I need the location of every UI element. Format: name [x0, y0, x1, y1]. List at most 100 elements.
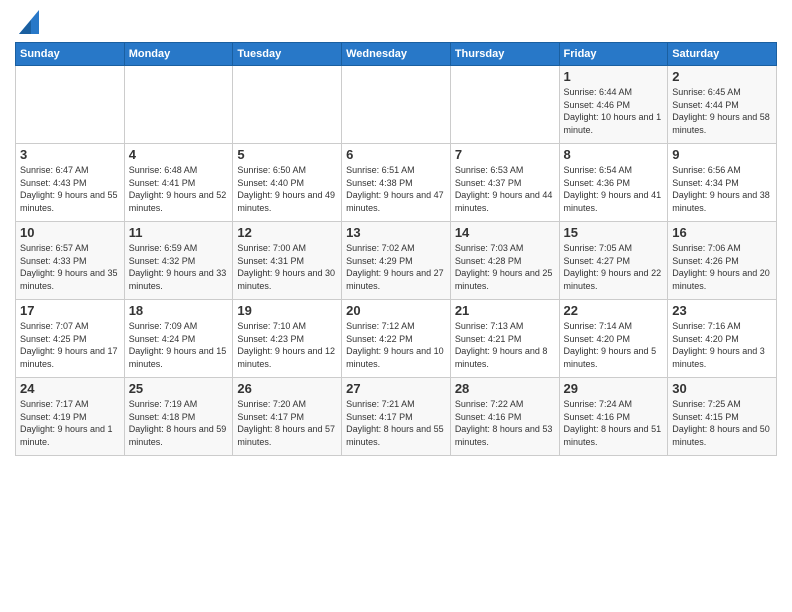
calendar-cell: 27Sunrise: 7:21 AM Sunset: 4:17 PM Dayli… [342, 378, 451, 456]
day-number: 4 [129, 147, 229, 162]
header-cell: Monday [124, 43, 233, 66]
day-info: Sunrise: 7:22 AM Sunset: 4:16 PM Dayligh… [455, 398, 555, 448]
day-info: Sunrise: 7:16 AM Sunset: 4:20 PM Dayligh… [672, 320, 772, 370]
day-info: Sunrise: 6:47 AM Sunset: 4:43 PM Dayligh… [20, 164, 120, 214]
day-info: Sunrise: 7:14 AM Sunset: 4:20 PM Dayligh… [564, 320, 664, 370]
calendar-cell: 1Sunrise: 6:44 AM Sunset: 4:46 PM Daylig… [559, 66, 668, 144]
calendar-row: 3 Sunrise: 6:47 AM Sunset: 4:43 PM Daylig… [16, 144, 777, 222]
day-info: Sunrise: 7:19 AM Sunset: 4:18 PM Dayligh… [129, 398, 229, 448]
calendar-row: 10 Sunrise: 6:57 AM Sunset: 4:33 PM Dayli… [16, 222, 777, 300]
day-number: 16 [672, 225, 772, 240]
calendar-cell: 9 Sunrise: 6:56 AM Sunset: 4:34 PM Daylig… [668, 144, 777, 222]
day-info: Sunrise: 7:05 AM Sunset: 4:27 PM Dayligh… [564, 242, 664, 292]
day-info: Sunrise: 7:24 AM Sunset: 4:16 PM Dayligh… [564, 398, 664, 448]
calendar-cell: 7 Sunrise: 6:53 AM Sunset: 4:37 PM Daylig… [450, 144, 559, 222]
day-number: 15 [564, 225, 664, 240]
day-info: Sunrise: 7:07 AM Sunset: 4:25 PM Dayligh… [20, 320, 120, 370]
day-number: 30 [672, 381, 772, 396]
calendar-cell: 12 Sunrise: 7:00 AM Sunset: 4:31 PM Dayli… [233, 222, 342, 300]
calendar-cell: 18 Sunrise: 7:09 AM Sunset: 4:24 PM Dayli… [124, 300, 233, 378]
day-info: Sunrise: 7:03 AM Sunset: 4:28 PM Dayligh… [455, 242, 555, 292]
calendar-cell: 20 Sunrise: 7:12 AM Sunset: 4:22 PM Dayli… [342, 300, 451, 378]
logo-icon [19, 10, 39, 34]
day-info: Sunrise: 7:02 AM Sunset: 4:29 PM Dayligh… [346, 242, 446, 292]
day-info: Sunrise: 6:44 AM Sunset: 4:46 PM Dayligh… [564, 86, 664, 136]
calendar-cell: 3 Sunrise: 6:47 AM Sunset: 4:43 PM Daylig… [16, 144, 125, 222]
calendar-cell: 28 Sunrise: 7:22 AM Sunset: 4:16 PM Dayli… [450, 378, 559, 456]
calendar-row: 24 Sunrise: 7:17 AM Sunset: 4:19 PM Dayli… [16, 378, 777, 456]
calendar-cell [16, 66, 125, 144]
calendar-row: 1Sunrise: 6:44 AM Sunset: 4:46 PM Daylig… [16, 66, 777, 144]
calendar-cell: 4 Sunrise: 6:48 AM Sunset: 4:41 PM Daylig… [124, 144, 233, 222]
calendar-cell [124, 66, 233, 144]
header [15, 10, 777, 34]
calendar-cell: 2 Sunrise: 6:45 AM Sunset: 4:44 PM Daylig… [668, 66, 777, 144]
day-info: Sunrise: 7:06 AM Sunset: 4:26 PM Dayligh… [672, 242, 772, 292]
day-number: 14 [455, 225, 555, 240]
day-number: 27 [346, 381, 446, 396]
day-number: 21 [455, 303, 555, 318]
day-number: 10 [20, 225, 120, 240]
calendar-cell: 10 Sunrise: 6:57 AM Sunset: 4:33 PM Dayli… [16, 222, 125, 300]
day-info: Sunrise: 6:57 AM Sunset: 4:33 PM Dayligh… [20, 242, 120, 292]
day-info: Sunrise: 6:53 AM Sunset: 4:37 PM Dayligh… [455, 164, 555, 214]
day-number: 9 [672, 147, 772, 162]
header-cell: Tuesday [233, 43, 342, 66]
header-cell: Saturday [668, 43, 777, 66]
day-info: Sunrise: 6:54 AM Sunset: 4:36 PM Dayligh… [564, 164, 664, 214]
day-number: 2 [672, 69, 772, 84]
header-cell: Friday [559, 43, 668, 66]
day-number: 24 [20, 381, 120, 396]
calendar-cell [233, 66, 342, 144]
calendar-cell: 13 Sunrise: 7:02 AM Sunset: 4:29 PM Dayli… [342, 222, 451, 300]
calendar-cell: 25 Sunrise: 7:19 AM Sunset: 4:18 PM Dayli… [124, 378, 233, 456]
calendar-cell: 22 Sunrise: 7:14 AM Sunset: 4:20 PM Dayli… [559, 300, 668, 378]
day-number: 28 [455, 381, 555, 396]
day-info: Sunrise: 6:45 AM Sunset: 4:44 PM Dayligh… [672, 86, 772, 136]
calendar-cell [450, 66, 559, 144]
day-number: 5 [237, 147, 337, 162]
calendar-row: 17 Sunrise: 7:07 AM Sunset: 4:25 PM Dayli… [16, 300, 777, 378]
page: SundayMondayTuesdayWednesdayThursdayFrid… [0, 0, 792, 612]
header-cell: Wednesday [342, 43, 451, 66]
day-number: 18 [129, 303, 229, 318]
logo [15, 10, 39, 34]
day-number: 8 [564, 147, 664, 162]
day-number: 7 [455, 147, 555, 162]
calendar-cell: 15 Sunrise: 7:05 AM Sunset: 4:27 PM Dayli… [559, 222, 668, 300]
calendar-cell: 26Sunrise: 7:20 AM Sunset: 4:17 PM Dayli… [233, 378, 342, 456]
calendar-cell: 21 Sunrise: 7:13 AM Sunset: 4:21 PM Dayli… [450, 300, 559, 378]
day-number: 20 [346, 303, 446, 318]
day-number: 6 [346, 147, 446, 162]
day-number: 17 [20, 303, 120, 318]
day-info: Sunrise: 7:12 AM Sunset: 4:22 PM Dayligh… [346, 320, 446, 370]
calendar-table: SundayMondayTuesdayWednesdayThursdayFrid… [15, 42, 777, 456]
day-number: 19 [237, 303, 337, 318]
header-cell: Thursday [450, 43, 559, 66]
day-info: Sunrise: 6:48 AM Sunset: 4:41 PM Dayligh… [129, 164, 229, 214]
day-number: 12 [237, 225, 337, 240]
calendar-cell: 30 Sunrise: 7:25 AM Sunset: 4:15 PM Dayli… [668, 378, 777, 456]
calendar-cell: 23Sunrise: 7:16 AM Sunset: 4:20 PM Dayli… [668, 300, 777, 378]
day-info: Sunrise: 7:25 AM Sunset: 4:15 PM Dayligh… [672, 398, 772, 448]
day-info: Sunrise: 6:56 AM Sunset: 4:34 PM Dayligh… [672, 164, 772, 214]
day-info: Sunrise: 7:13 AM Sunset: 4:21 PM Dayligh… [455, 320, 555, 370]
day-info: Sunrise: 6:51 AM Sunset: 4:38 PM Dayligh… [346, 164, 446, 214]
calendar-cell: 19Sunrise: 7:10 AM Sunset: 4:23 PM Dayli… [233, 300, 342, 378]
header-row: SundayMondayTuesdayWednesdayThursdayFrid… [16, 43, 777, 66]
calendar-cell: 11Sunrise: 6:59 AM Sunset: 4:32 PM Dayli… [124, 222, 233, 300]
day-number: 13 [346, 225, 446, 240]
calendar-cell: 14 Sunrise: 7:03 AM Sunset: 4:28 PM Dayli… [450, 222, 559, 300]
day-number: 3 [20, 147, 120, 162]
day-number: 25 [129, 381, 229, 396]
day-number: 11 [129, 225, 229, 240]
day-info: Sunrise: 7:09 AM Sunset: 4:24 PM Dayligh… [129, 320, 229, 370]
calendar-cell: 24 Sunrise: 7:17 AM Sunset: 4:19 PM Dayli… [16, 378, 125, 456]
day-info: Sunrise: 7:17 AM Sunset: 4:19 PM Dayligh… [20, 398, 120, 448]
day-info: Sunrise: 7:00 AM Sunset: 4:31 PM Dayligh… [237, 242, 337, 292]
calendar-cell: 8 Sunrise: 6:54 AM Sunset: 4:36 PM Daylig… [559, 144, 668, 222]
calendar-cell: 6 Sunrise: 6:51 AM Sunset: 4:38 PM Daylig… [342, 144, 451, 222]
day-number: 22 [564, 303, 664, 318]
header-cell: Sunday [16, 43, 125, 66]
day-info: Sunrise: 7:20 AM Sunset: 4:17 PM Dayligh… [237, 398, 337, 448]
